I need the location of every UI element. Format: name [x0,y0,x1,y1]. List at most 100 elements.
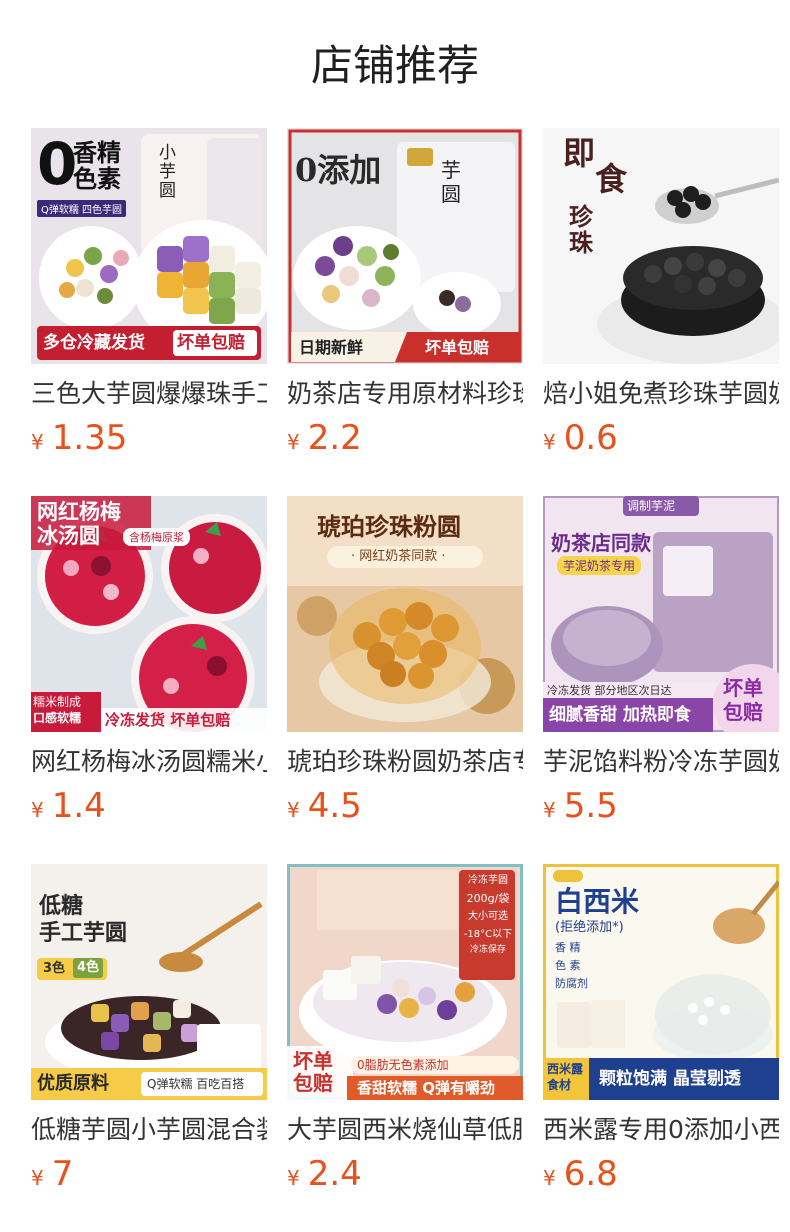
image-text: 珠 [569,229,593,257]
price-value: 2.2 [307,418,362,458]
product-image[interactable]: 即 食 珍 珠 [543,128,779,364]
product-card[interactable]: 冷冻芋圆 200g/袋 大小可选 -18°C以下 冷冻保存 坏单 包赔 0脂肪无… [287,864,523,1232]
image-text: 网红杨梅 [37,500,121,524]
product-image[interactable]: 网红杨梅 冰汤圆 含杨梅原浆 糯米制成 口感软糯 冷冻发货 坏单包赔 [31,496,267,732]
image-text: 琥珀珍珠粉圆 [317,513,461,541]
image-text: 奶茶店同款 [551,531,651,555]
image-banner: 冷冻发货 坏单包赔 [105,711,231,729]
product-image[interactable]: 琥珀珍珠粉圆 · 网红奶茶同款 · [287,496,523,732]
image-tag: Q弹软糯 四色芋圆 [37,200,127,217]
image-text: 低糖 [39,894,84,919]
product-name[interactable]: 琥珀珍珠粉圆奶茶店专用 [287,744,523,780]
price-value: 7 [51,1154,74,1194]
image-text: 口感软糯 [33,711,82,725]
image-text: 冰汤圆 [37,524,100,548]
image-text: 防腐剂 [555,977,588,990]
image-text: 色素 [73,165,121,193]
image-banner: Q弹软糯 百吃百搭 [147,1077,245,1091]
image-text: 0 [37,130,78,198]
image-banner: 日期新鲜 [299,338,364,357]
product-image[interactable]: 白西米 (拒绝添加*) 香 精 色 素 防腐剂 西米露 食材 颗粒饱满 晶莹剔透 [543,864,779,1100]
price-value: 1.4 [51,786,106,826]
product-price: ¥1.4 [31,786,106,826]
image-banner: 多仓冷藏发货 [43,333,145,353]
product-name[interactable]: 网红杨梅冰汤圆糯米小丸子 [31,744,267,780]
product-card[interactable]: 低糖 手工芋圆 3色 4色 优质原料 Q弹软糯 百吃百搭 低糖芋圆小芋圆混合装 … [31,864,267,1232]
image-badge: 包赔 [723,700,763,724]
product-name[interactable]: 三色大芋圆爆爆珠手工芋圆 [31,376,267,412]
product-image[interactable]: 冷冻芋圆 200g/袋 大小可选 -18°C以下 冷冻保存 坏单 包赔 0脂肪无… [287,864,523,1100]
currency-symbol: ¥ [287,1166,300,1190]
currency-symbol: ¥ [31,798,44,822]
currency-symbol: ¥ [287,798,300,822]
image-badge: 包赔 [293,1071,333,1095]
image-banner: 坏单包赔 [425,338,490,357]
image-text: 香 精 [555,941,581,954]
product-name[interactable]: 芋泥馅料粉冷冻芋圆奶茶 [543,744,779,780]
image-banner: 颗粒饱满 晶莹剔透 [599,1069,741,1089]
image-banner: 优质原料 [37,1073,109,1094]
image-tag: 4色 [73,958,104,978]
product-price: ¥7 [31,1154,73,1194]
product-image[interactable]: 0添加 芋圆 日期新鲜 坏单包赔 [287,128,523,364]
image-text: 糯米制成 [33,695,82,709]
image-text: 食 [595,160,628,198]
image-text: 小芋圆 [159,143,176,201]
product-price: ¥0.6 [543,418,618,458]
image-tag: 芋泥奶茶专用 [557,556,642,575]
image-banner: 细腻香甜 加热即食 [549,705,691,725]
product-name[interactable]: 奶茶店专用原材料珍珠粉圆 [287,376,523,412]
price-value: 4.5 [307,786,362,826]
product-price: ¥5.5 [543,786,618,826]
product-card[interactable]: 0添加 芋圆 日期新鲜 坏单包赔 奶茶店专用原材料珍珠粉圆 ¥2.2 [287,128,523,496]
image-badge: 坏单 [723,676,763,700]
image-text: 0添加 [295,151,382,189]
currency-symbol: ¥ [31,430,44,454]
price-value: 5.5 [563,786,618,826]
product-name[interactable]: 低糖芋圆小芋圆混合装 [31,1112,267,1148]
image-text: 珍 [569,203,593,231]
image-text: 白西米 [555,885,640,918]
product-price: ¥1.35 [31,418,127,458]
image-text: 芋圆 [441,158,461,206]
currency-symbol: ¥ [287,430,300,454]
product-card[interactable]: 白西米 (拒绝添加*) 香 精 色 素 防腐剂 西米露 食材 颗粒饱满 晶莹剔透… [543,864,779,1232]
image-text: 200g/袋 [466,892,510,905]
product-image[interactable]: 低糖 手工芋圆 3色 4色 优质原料 Q弹软糯 百吃百搭 [31,864,267,1100]
currency-symbol: ¥ [543,1166,556,1190]
product-card[interactable]: 即 食 珍 珠 焙小姐免煮珍珠芋圆奶茶 ¥0.6 [543,128,779,496]
price-value: 0.6 [563,418,618,458]
image-text: (拒绝添加*) [555,920,624,935]
product-image[interactable]: 0 香精 色素 Q弹软糯 四色芋圆 小芋圆 多仓冷藏发货 坏单包赔 [31,128,267,364]
image-banner: 食材 [547,1078,572,1092]
image-text: 冷冻发货 部分地区次日达 [547,684,672,697]
page-title: 店铺推荐 [310,41,479,90]
currency-symbol: ¥ [543,798,556,822]
image-text: 即 [563,134,596,172]
product-name[interactable]: 大芋圆西米烧仙草低脂 [287,1112,523,1148]
product-name[interactable]: 西米露专用0添加小西米 [543,1112,779,1148]
price-value: 2.4 [307,1154,362,1194]
product-card[interactable]: 0 香精 色素 Q弹软糯 四色芋圆 小芋圆 多仓冷藏发货 坏单包赔 三色大芋圆爆… [31,128,267,496]
product-card[interactable]: 调制芋泥 奶茶店同款 芋泥奶茶专用 冷冻发货 部分地区次日达 细腻香甜 加热即食… [543,496,779,864]
currency-symbol: ¥ [31,1166,44,1190]
image-tag: 含杨梅原浆 [123,528,190,546]
product-price: ¥6.8 [543,1154,618,1194]
image-tag: 3色 [43,961,66,976]
product-card[interactable]: 琥珀珍珠粉圆 · 网红奶茶同款 · 琥珀珍珠粉圆奶茶店专用 ¥4.5 [287,496,523,864]
currency-symbol: ¥ [543,430,556,454]
product-price: ¥2.4 [287,1154,362,1194]
product-image[interactable]: 调制芋泥 奶茶店同款 芋泥奶茶专用 冷冻发货 部分地区次日达 细腻香甜 加热即食… [543,496,779,732]
product-card[interactable]: 网红杨梅 冰汤圆 含杨梅原浆 糯米制成 口感软糯 冷冻发货 坏单包赔 网红杨梅冰… [31,496,267,864]
price-value: 1.35 [51,418,128,458]
image-text: 色 素 [555,959,581,972]
image-text: 冷冻芋圆 [468,875,508,886]
image-tab: 调制芋泥 [627,499,676,513]
image-banner: 西米露 [547,1062,584,1076]
image-text: 0脂肪无色素添加 [357,1058,449,1072]
image-badge: 坏单 [293,1049,333,1073]
product-name[interactable]: 焙小姐免煮珍珠芋圆奶茶 [543,376,779,412]
image-text: 大小可选 [468,911,508,922]
product-grid: 0 香精 色素 Q弹软糯 四色芋圆 小芋圆 多仓冷藏发货 坏单包赔 三色大芋圆爆… [31,128,779,1232]
price-value: 6.8 [563,1154,618,1194]
